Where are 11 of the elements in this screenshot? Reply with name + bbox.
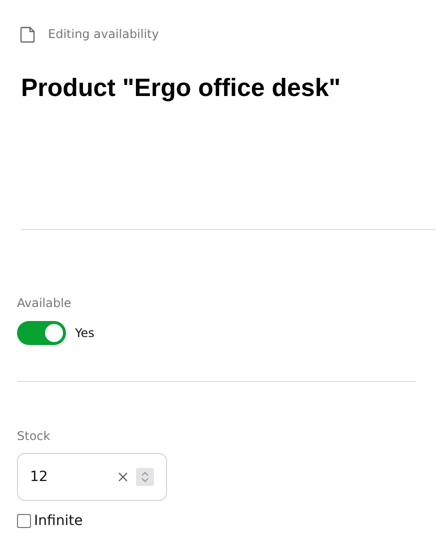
checkbox[interactable] [17,514,31,528]
stock-field[interactable]: 12 [17,453,167,501]
checkbox-label: Infinite [34,513,83,529]
field-label: Available [17,295,72,311]
field-label: Stock [17,428,52,444]
document-icon [20,26,36,42]
toggle-switch[interactable] [17,321,66,345]
page-title: Product "Ergo office desk" [21,73,342,103]
breadcrumb-text: Editing availability [48,27,159,41]
toggle-label: Yes [75,326,94,340]
clear-icon[interactable] [118,472,128,482]
